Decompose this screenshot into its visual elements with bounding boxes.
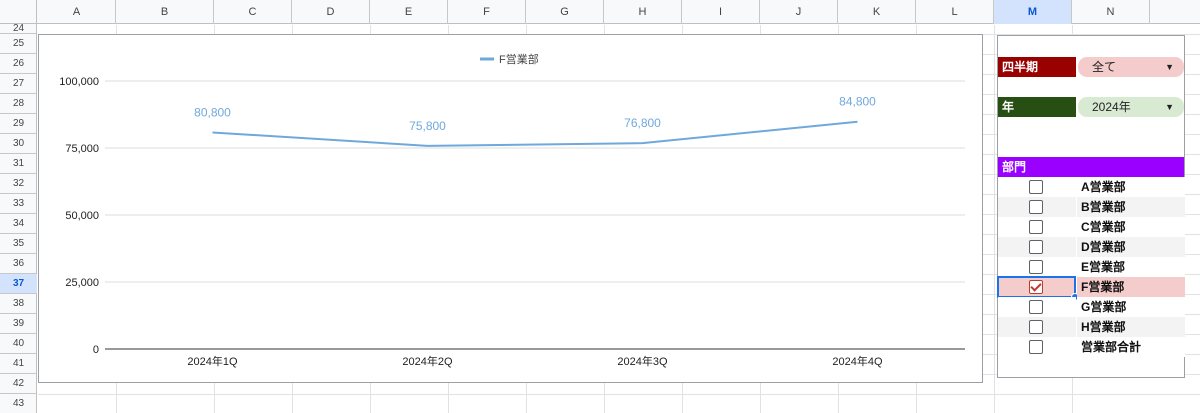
y-tick-label: 75,000 xyxy=(65,143,99,155)
department-name: 営業部合計 xyxy=(1077,337,1185,357)
column-header-j[interactable]: J xyxy=(760,0,838,24)
column-header-f[interactable]: F xyxy=(448,0,526,24)
department-name: C営業部 xyxy=(1077,217,1185,237)
row-header-35[interactable]: 35 xyxy=(0,234,37,254)
x-tick-label: 2024年2Q xyxy=(402,354,453,368)
column-header-c[interactable]: C xyxy=(214,0,292,24)
department-checkbox-cell[interactable] xyxy=(998,197,1076,217)
chart-canvas: 0 25,000 50,000 75,000 100,000 2024年1Q 2024年2Q… xyxy=(59,52,965,368)
row-header-30[interactable]: 30 xyxy=(0,134,37,154)
department-name: H営業部 xyxy=(1077,317,1185,337)
checkbox-icon[interactable] xyxy=(1029,300,1043,314)
checkbox-icon[interactable] xyxy=(1029,340,1043,354)
checkbox-icon[interactable] xyxy=(1029,260,1043,274)
y-tick-label: 0 xyxy=(93,344,99,356)
checkbox-icon[interactable] xyxy=(1029,200,1043,214)
row-header-28[interactable]: 28 xyxy=(0,94,37,114)
filter-panel: 四半期 全て ▼ 年 2024年 ▼ 部門 A営業部 B営業部 C営業部 D営業部 E営… xyxy=(997,35,1185,378)
row-header-37[interactable]: 37 xyxy=(0,274,37,294)
checkbox-icon[interactable] xyxy=(1029,320,1043,334)
row-header-36[interactable]: 36 xyxy=(0,254,37,274)
department-name: B営業部 xyxy=(1077,197,1185,217)
data-label: 75,800 xyxy=(409,119,446,133)
quarter-dropdown-value: 全て xyxy=(1092,60,1117,74)
row-header-33[interactable]: 33 xyxy=(0,194,37,214)
data-label: 80,800 xyxy=(194,105,231,119)
department-header: 部門 xyxy=(998,157,1184,177)
y-tick-label: 50,000 xyxy=(65,210,99,222)
column-header-l[interactable]: L xyxy=(916,0,994,24)
row-header-31[interactable]: 31 xyxy=(0,154,37,174)
column-header-e[interactable]: E xyxy=(370,0,448,24)
column-header-h[interactable]: H xyxy=(604,0,682,24)
y-tick-label: 100,000 xyxy=(59,76,99,88)
column-header-bar: ABCDEFGHIJKLMN xyxy=(0,0,1200,24)
row-header-27[interactable]: 27 xyxy=(0,74,37,94)
row-header-40[interactable]: 40 xyxy=(0,334,37,354)
series-line xyxy=(212,120,858,147)
legend-label: F営業部 xyxy=(499,52,539,66)
department-name: F営業部 xyxy=(1077,277,1185,297)
row-header-24[interactable]: 24 xyxy=(0,24,37,34)
row-header-bar: 24 25 26 27 28 29 30 31 32 33 34 35 36 37 38 39 40 41 42 43 xyxy=(0,24,37,413)
department-checkbox-cell[interactable] xyxy=(998,297,1076,317)
cell-selection-outline xyxy=(997,276,1079,301)
quarter-label: 四半期 xyxy=(998,57,1076,77)
checkbox-icon[interactable] xyxy=(1029,220,1043,234)
column-header-k[interactable]: K xyxy=(838,0,916,24)
checkbox-icon[interactable] xyxy=(1029,240,1043,254)
x-tick-label: 2024年4Q xyxy=(832,354,883,368)
year-dropdown-value: 2024年 xyxy=(1092,100,1131,114)
row-header-41[interactable]: 41 xyxy=(0,354,37,374)
checkbox-icon[interactable] xyxy=(1029,180,1043,194)
column-header-g[interactable]: G xyxy=(526,0,604,24)
y-tick-label: 25,000 xyxy=(65,277,99,289)
row-header-43[interactable]: 43 xyxy=(0,394,37,413)
grid-row-line xyxy=(38,394,1200,395)
department-checkbox-cell[interactable] xyxy=(997,276,1079,301)
x-tick-label: 2024年1Q xyxy=(187,354,238,368)
column-header-m[interactable]: M xyxy=(994,0,1072,24)
year-dropdown[interactable]: 2024年 ▼ xyxy=(1078,97,1184,117)
department-checkbox-cell[interactable] xyxy=(998,217,1076,237)
data-label: 76,800 xyxy=(624,116,661,130)
chevron-down-icon: ▼ xyxy=(1165,62,1174,72)
select-all-corner[interactable] xyxy=(0,0,37,24)
row-header-32[interactable]: 32 xyxy=(0,174,37,194)
department-name: E営業部 xyxy=(1077,257,1185,277)
column-header-i[interactable]: I xyxy=(682,0,760,24)
chevron-down-icon: ▼ xyxy=(1165,102,1174,112)
row-header-34[interactable]: 34 xyxy=(0,214,37,234)
row-header-29[interactable]: 29 xyxy=(0,114,37,134)
column-header-n[interactable]: N xyxy=(1072,0,1150,24)
x-tick-label: 2024年3Q xyxy=(617,354,668,368)
department-checkbox-cell[interactable] xyxy=(998,337,1076,357)
row-header-26[interactable]: 26 xyxy=(0,54,37,74)
department-name: D営業部 xyxy=(1077,237,1185,257)
data-label: 84,800 xyxy=(839,95,876,109)
row-header-42[interactable]: 42 xyxy=(0,374,37,394)
row-header-39[interactable]: 39 xyxy=(0,314,37,334)
department-checkbox-cell[interactable] xyxy=(998,257,1076,277)
line-chart[interactable]: 0 25,000 50,000 75,000 100,000 2024年1Q 2024年2Q… xyxy=(38,34,983,383)
quarter-dropdown[interactable]: 全て ▼ xyxy=(1078,57,1184,77)
department-checkbox-cell[interactable] xyxy=(998,237,1076,257)
department-name: G営業部 xyxy=(1077,297,1185,317)
department-name: A営業部 xyxy=(1077,177,1185,197)
row-header-38[interactable]: 38 xyxy=(0,294,37,314)
column-header-b[interactable]: B xyxy=(116,0,214,24)
department-checkbox-cell[interactable] xyxy=(998,177,1076,197)
department-checkbox-cell[interactable] xyxy=(998,317,1076,337)
column-header-a[interactable]: A xyxy=(38,0,116,24)
column-header-d[interactable]: D xyxy=(292,0,370,24)
row-header-25[interactable]: 25 xyxy=(0,34,37,54)
year-label: 年 xyxy=(998,97,1076,117)
